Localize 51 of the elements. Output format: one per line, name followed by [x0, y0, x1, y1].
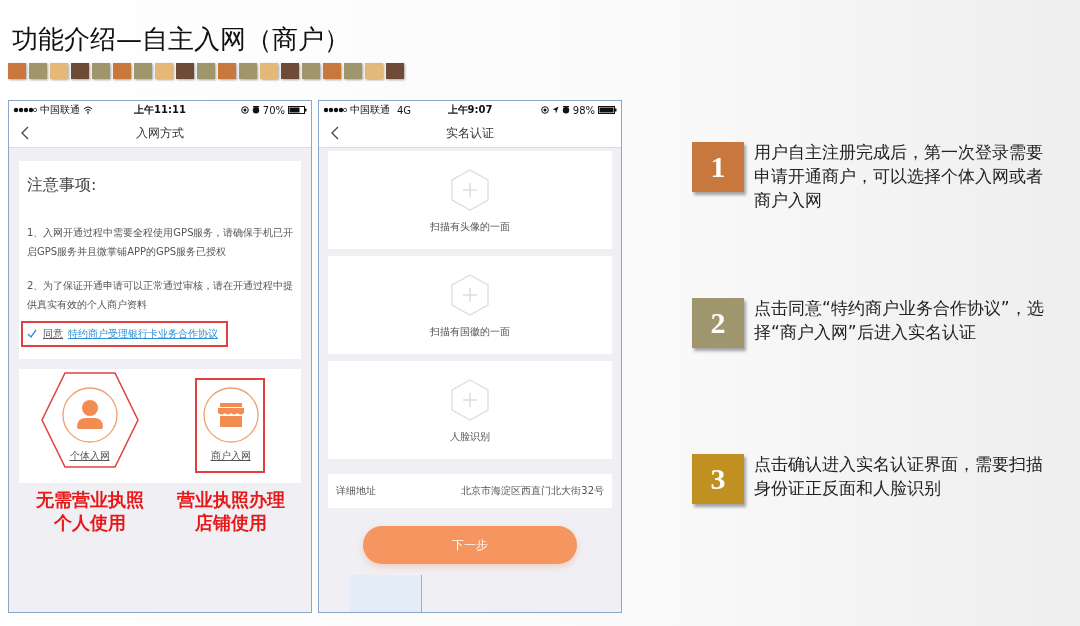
step-text: 点击确认进入实名认证界面，需要扫描身份证正反面和人脸识别: [754, 453, 1044, 500]
back-icon[interactable]: [331, 126, 339, 140]
screen-title: 实名认证: [446, 124, 494, 142]
rotation-lock-icon: [240, 106, 249, 114]
back-icon[interactable]: [21, 126, 29, 140]
scan-label: 扫描有头像的一面: [430, 220, 510, 234]
network-type: 4G: [397, 104, 412, 116]
step-number: 2: [692, 298, 744, 348]
step-text: 点击同意“特约商户业务合作协议”，选择“商户入网”后进入实名认证: [754, 297, 1045, 344]
status-time: 上午9:07: [447, 103, 493, 117]
add-icon: [451, 274, 489, 316]
scan-label: 人脸识别: [450, 430, 490, 444]
step-text: 用户自主注册完成后，第一次登录需要申请开通商户，可以选择个体入网或者商户入网: [754, 141, 1044, 212]
option-label[interactable]: 商户入网: [210, 449, 251, 463]
add-icon: [451, 379, 489, 421]
notice-text: 1、入网开通过程中需要全程使用GPS服务，请确保手机已开启GPS服务并且微掌铺APP的GPS服务已授权: [27, 226, 295, 259]
person-icon[interactable]: [61, 387, 118, 443]
alarm-icon: [561, 106, 570, 114]
annotation-text: 无需营业执照 个人使用: [34, 489, 145, 535]
annotation-text: 营业执照办理 店铺使用: [175, 489, 286, 535]
carrier-name: 中国联通: [40, 103, 80, 117]
checkbox[interactable]: [26, 328, 38, 340]
notice-heading: 注意事项:: [27, 175, 98, 196]
alarm-icon: [251, 106, 260, 114]
scan-card[interactable]: 扫描有国徽的一面: [328, 256, 612, 354]
scan-label: 扫描有国徽的一面: [430, 325, 510, 339]
signal-icon: [13, 107, 37, 113]
screen-title: 入网方式: [136, 124, 184, 142]
location-icon: [551, 106, 559, 114]
signal-icon: [323, 107, 347, 113]
add-icon: [451, 169, 489, 211]
battery-percent: 98%: [572, 104, 595, 116]
step-number: 3: [692, 454, 744, 504]
carrier-name: 中国联通: [350, 103, 390, 117]
address-value: 北京市海淀区西直门北大街32号: [461, 484, 604, 498]
slide-title: 功能介绍—自主入网（商户）: [12, 23, 351, 56]
agreement-link[interactable]: 特约商户受理银行卡业务合作协议: [68, 327, 218, 341]
battery-icon: [598, 106, 617, 114]
status-time: 上午11:11: [134, 103, 186, 117]
battery-icon: [288, 106, 307, 114]
scan-card[interactable]: 人脸识别: [328, 361, 612, 459]
shop-icon[interactable]: [202, 387, 259, 443]
scan-card[interactable]: 扫描有头像的一面: [328, 151, 612, 249]
rotation-lock-icon: [540, 106, 549, 114]
option-label[interactable]: 个体入网: [69, 449, 110, 463]
agree-label: 同意: [43, 327, 63, 341]
wifi-icon: [83, 106, 93, 114]
step-number: 1: [692, 142, 744, 192]
battery-percent: 70%: [262, 104, 285, 116]
address-label: 详细地址: [336, 484, 376, 498]
notice-text: 2、为了保证开通申请可以正常通过审核，请在开通过程中提供真实有效的个人商户资料: [27, 279, 295, 312]
